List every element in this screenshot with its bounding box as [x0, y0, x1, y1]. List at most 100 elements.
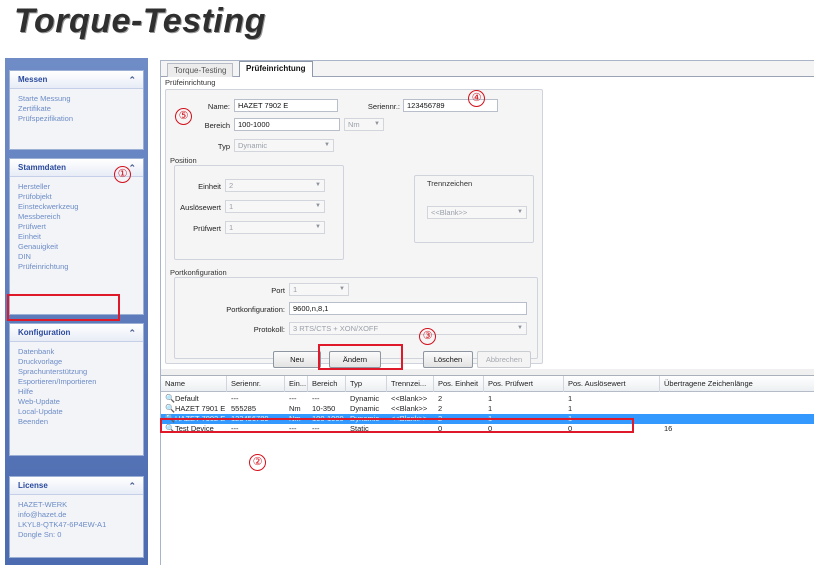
collapse-icon[interactable]: ⌃ — [128, 324, 136, 342]
tab-pruefeinrichtung[interactable]: Prüfeinrichtung — [239, 61, 313, 78]
column-header[interactable]: Pos. Prüfwert — [484, 376, 564, 392]
protocol-value: 3 RTS/CTS + XON/XOFF — [293, 324, 379, 333]
nav-item-einsteckwerkzeug[interactable]: Einsteckwerkzeug — [18, 202, 143, 212]
delete-button[interactable]: Löschen — [423, 351, 473, 368]
column-header[interactable]: Trennzei... — [387, 376, 434, 392]
nav-item-messbereich[interactable]: Messbereich — [18, 212, 143, 222]
group-items: HAZET-WERK info@hazet.de LKYL8-QTK47-6P4… — [10, 495, 143, 544]
port-label: Port — [271, 286, 285, 295]
cell-pos-trigger: 1 — [568, 404, 573, 413]
nav-item-druckvorlage[interactable]: Druckvorlage — [18, 357, 143, 367]
group-title: Messen — [18, 75, 48, 84]
chevron-down-icon: ▼ — [324, 142, 330, 148]
column-header[interactable]: Ein... — [285, 376, 308, 392]
column-header[interactable]: Pos. Auslösewert — [564, 376, 660, 392]
nav-item-starte-messung[interactable]: Starte Messung — [18, 94, 143, 104]
name-field[interactable]: HAZET 7902 E — [234, 99, 338, 112]
section-title: Prüfeinrichtung — [165, 78, 216, 87]
cell-char-length — [660, 404, 814, 414]
nav-item-local-update[interactable]: Local-Update — [18, 407, 143, 417]
protocol-dropdown[interactable]: 3 RTS/CTS + XON/XOFF ▼ — [289, 322, 527, 335]
nav-item-genauigkeit[interactable]: Genauigkeit — [18, 242, 143, 252]
cell-range: 10-350 — [312, 404, 336, 413]
table-row[interactable]: 🔍 HAZET 7901 E 555285 Nm 10-350 Dynamic … — [161, 404, 814, 414]
marker-4: ④ — [468, 90, 485, 107]
tab-torque-testing[interactable]: Torque-Testing — [167, 63, 234, 77]
column-header[interactable]: Bereich — [308, 376, 346, 392]
nav-item-sprachunterstuetzung[interactable]: Sprachunterstützung — [18, 367, 143, 377]
nav-item-hilfe[interactable]: Hilfe — [18, 387, 143, 397]
tab-bar: Torque-Testing Prüfeinrichtung — [161, 61, 814, 78]
unit-pos-dropdown[interactable]: 2 ▼ — [225, 179, 325, 192]
test-value: 1 — [229, 223, 234, 232]
group-items: Datenbank Druckvorlage Sprachunterstützu… — [10, 342, 143, 431]
nav-item-pruefspezifikation[interactable]: Prüfspezifikation — [18, 114, 143, 124]
group-header-konfiguration[interactable]: Konfiguration ⌃ — [10, 324, 143, 342]
license-company: HAZET-WERK — [18, 500, 68, 509]
device-fieldset: Name: HAZET 7902 E Seriennr.: 123456789 … — [165, 89, 543, 364]
marker-1: ① — [114, 166, 131, 183]
collapse-icon[interactable]: ⌃ — [128, 477, 136, 495]
cell-separator: <<Blank>> — [391, 404, 428, 413]
collapse-icon[interactable]: ⌃ — [128, 71, 136, 89]
column-header[interactable]: Typ — [346, 376, 387, 392]
group-header-messen[interactable]: Messen ⌃ — [10, 71, 143, 89]
chevron-down-icon: ▼ — [315, 203, 321, 209]
trigger-dropdown[interactable]: 1 ▼ — [225, 200, 325, 213]
group-items: Hersteller Prüfobjekt Einsteckwerkzeug M… — [10, 177, 143, 276]
nav-item-pruefwert[interactable]: Prüfwert — [18, 222, 143, 232]
app-title: Torque-Testing — [14, 2, 266, 40]
nav-item-hersteller[interactable]: Hersteller — [18, 182, 143, 192]
cell-pos-test: 1 — [488, 404, 493, 413]
chevron-down-icon: ▼ — [315, 224, 321, 230]
nav-item-din[interactable]: DIN — [18, 252, 143, 262]
callout-pruefeinrichtung — [7, 294, 120, 321]
unit-dropdown[interactable]: Nm ▼ — [344, 118, 384, 131]
nav-item-web-update[interactable]: Web-Update — [18, 397, 143, 407]
chevron-down-icon: ▼ — [517, 325, 523, 331]
unit-pos-label: Einheit — [198, 182, 221, 191]
nav-item-exportieren-importieren[interactable]: Esportieren/Importieren — [18, 377, 143, 387]
cell-name: Default — [175, 394, 199, 403]
table-row[interactable]: 🔍 Default --- --- --- Dynamic <<Blank>> … — [161, 394, 814, 404]
group-title: License — [18, 481, 48, 490]
group-items: Starte Messung Zertifikate Prüfspezifika… — [10, 89, 143, 128]
nav-item-beenden[interactable]: Beenden — [18, 417, 143, 427]
separator-dropdown[interactable]: <<Blank>> ▼ — [427, 206, 527, 219]
new-button[interactable]: Neu — [273, 351, 321, 368]
cell-separator: <<Blank>> — [391, 394, 428, 403]
cell-char-length: 16 — [664, 424, 673, 433]
cancel-button[interactable]: Abbrechen — [477, 351, 531, 368]
range-field[interactable]: 100-1000 — [234, 118, 340, 131]
license-key: LKYL8-QTK47-6P4EW-A1 — [18, 520, 107, 529]
table-header: Name Seriennr. Ein... Bereich Typ Trennz… — [161, 376, 814, 392]
nav-item-pruefobjekt[interactable]: Prüfobjekt — [18, 192, 143, 202]
test-dropdown[interactable]: 1 ▼ — [225, 221, 325, 234]
group-messen: Messen ⌃ Starte Messung Zertifikate Prüf… — [9, 70, 144, 150]
license-dongle: Dongle Sn: 0 — [18, 530, 62, 539]
separator-fieldset: Trennzeichen <<Blank>> ▼ — [414, 175, 534, 243]
nav-item-pruefeinrichtung[interactable]: Prüfeinrichtung — [18, 262, 143, 272]
marker-2: ② — [249, 454, 266, 471]
separator-value: <<Blank>> — [431, 208, 468, 217]
column-header[interactable]: Seriennr. — [227, 376, 285, 392]
cell-char-length — [660, 394, 814, 404]
column-header[interactable]: Übertragene Zeichenlänge — [660, 376, 814, 392]
cell-type: Dynamic — [350, 404, 380, 413]
type-dropdown[interactable]: Dynamic ▼ — [234, 139, 334, 152]
column-header[interactable]: Name — [161, 376, 227, 392]
column-header[interactable]: Pos. Einheit — [434, 376, 484, 392]
trigger-value: 1 — [229, 202, 234, 211]
portconfig-field[interactable]: 9600,n,8,1 — [289, 302, 527, 315]
cell-serial: --- — [231, 394, 239, 403]
cell-unit: --- — [289, 394, 297, 403]
nav-item-datenbank[interactable]: Datenbank — [18, 347, 143, 357]
position-title: Position — [170, 156, 197, 165]
nav-item-einheit[interactable]: Einheit — [18, 232, 143, 242]
chevron-down-icon: ▼ — [339, 286, 345, 292]
group-header-license[interactable]: License ⌃ — [10, 477, 143, 495]
nav-item-zertifikate[interactable]: Zertifikate — [18, 104, 143, 114]
chevron-down-icon: ▼ — [517, 209, 523, 215]
port-dropdown[interactable]: 1 ▼ — [289, 283, 349, 296]
main-content: Torque-Testing Prüfeinrichtung Prüfeinri… — [160, 60, 814, 565]
